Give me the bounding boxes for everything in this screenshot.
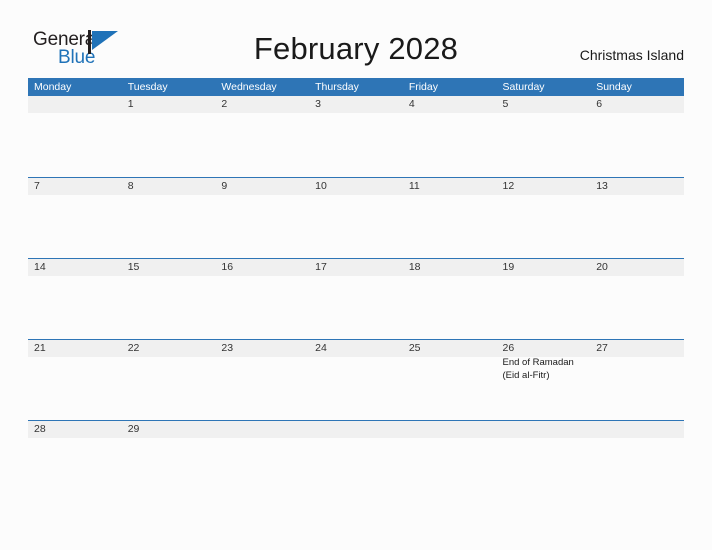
day-events	[403, 357, 497, 382]
weekday-header-wednesday: Wednesday	[221, 81, 277, 93]
week-date-band: 14 15 16 17 18 19 20	[28, 259, 684, 276]
day-number[interactable]: 28	[28, 421, 122, 438]
day-number[interactable]	[497, 421, 591, 438]
day-number[interactable]: 21	[28, 340, 122, 357]
weekday-header-monday: Monday	[34, 81, 72, 93]
week-events-layer: End of Ramadan (Eid al-Fitr)	[28, 357, 684, 382]
week-date-band: 7 8 9 10 11 12 13	[28, 178, 684, 195]
day-number[interactable]: 17	[309, 259, 403, 276]
day-events	[215, 357, 309, 382]
location-label: Christmas Island	[579, 47, 684, 63]
day-number[interactable]: 11	[403, 178, 497, 195]
day-number[interactable]: 20	[590, 259, 684, 276]
day-number[interactable]: 12	[497, 178, 591, 195]
day-number[interactable]: 14	[28, 259, 122, 276]
day-number[interactable]: 18	[403, 259, 497, 276]
calendar-week-row: 21 22 23 24 25 26 27 End of Ramadan (Eid…	[28, 339, 684, 420]
day-number[interactable]	[28, 96, 122, 113]
week-date-band: 1 2 3 4 5 6	[28, 96, 684, 113]
weekday-header-thursday: Thursday	[315, 81, 359, 93]
page-header: General Blue February 2028 Christmas Isl…	[0, 0, 712, 78]
day-number[interactable]: 26	[497, 340, 591, 357]
week-date-band: 21 22 23 24 25 26 27	[28, 340, 684, 357]
day-number[interactable]: 9	[215, 178, 309, 195]
day-events	[309, 357, 403, 382]
day-number[interactable]: 1	[122, 96, 216, 113]
day-number[interactable]: 6	[590, 96, 684, 113]
day-number[interactable]	[215, 421, 309, 438]
day-number[interactable]: 10	[309, 178, 403, 195]
weekday-header-tuesday: Tuesday	[127, 81, 168, 93]
event-label: End of Ramadan	[502, 357, 574, 368]
day-number[interactable]	[590, 421, 684, 438]
day-number[interactable]: 13	[590, 178, 684, 195]
weekday-header-saturday: Saturday	[502, 81, 545, 93]
day-number[interactable]	[403, 421, 497, 438]
day-number[interactable]: 29	[122, 421, 216, 438]
event-label: (Eid al-Fitr)	[502, 369, 550, 381]
day-number[interactable]: 25	[403, 340, 497, 357]
day-events: End of Ramadan (Eid al-Fitr)	[497, 357, 591, 382]
calendar-week-row: 7 8 9 10 11 12 13	[28, 177, 684, 258]
day-number[interactable]: 3	[309, 96, 403, 113]
day-events	[122, 357, 216, 382]
day-number[interactable]: 27	[590, 340, 684, 357]
day-number[interactable]: 23	[215, 340, 309, 357]
day-number[interactable]: 7	[28, 178, 122, 195]
day-number[interactable]: 8	[122, 178, 216, 195]
weekday-header-sunday: Sunday	[596, 81, 632, 93]
day-events	[28, 357, 122, 382]
day-events	[590, 357, 684, 382]
day-number[interactable]	[309, 421, 403, 438]
weekday-header-friday: Friday	[408, 81, 438, 93]
day-number[interactable]: 16	[215, 259, 309, 276]
day-number[interactable]: 5	[497, 96, 591, 113]
week-date-band: 28 29	[28, 421, 684, 438]
calendar-week-row: 28 29	[28, 420, 684, 450]
day-number[interactable]: 22	[122, 340, 216, 357]
day-number[interactable]: 19	[497, 259, 591, 276]
calendar-week-row: 14 15 16 17 18 19 20	[28, 258, 684, 339]
day-number[interactable]: 4	[403, 96, 497, 113]
calendar-week-row: 1 2 3 4 5 6	[28, 96, 684, 177]
day-number[interactable]: 15	[122, 259, 216, 276]
day-number[interactable]: 24	[309, 340, 403, 357]
weekday-header-row: Monday Tuesday Wednesday Thursday Friday…	[28, 78, 684, 96]
calendar-grid: Monday Tuesday Wednesday Thursday Friday…	[28, 78, 684, 450]
day-number[interactable]: 2	[215, 96, 309, 113]
